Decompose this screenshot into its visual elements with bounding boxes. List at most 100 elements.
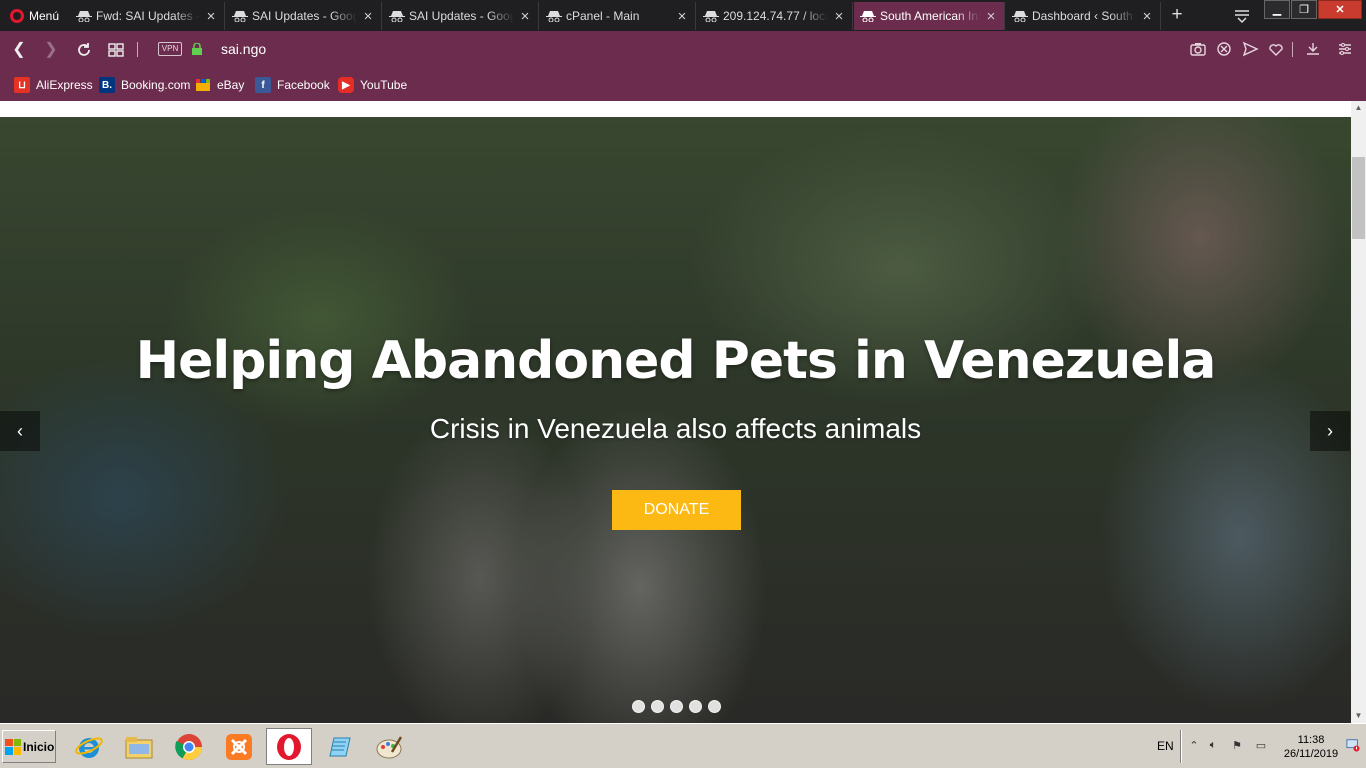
ie-icon — [75, 737, 103, 758]
tab-south-american-initiative[interactable]: South American Initia × — [854, 2, 1005, 30]
close-window-button[interactable]: ✕ — [1318, 0, 1362, 19]
taskbar-app-opera[interactable] — [266, 728, 312, 765]
opera-menu-button[interactable]: Menú — [4, 4, 66, 28]
menu-label: Menú — [29, 9, 60, 23]
incognito-hat-icon — [860, 11, 876, 22]
opera-icon — [277, 733, 301, 760]
tab-close-icon[interactable]: × — [204, 8, 218, 25]
bookmarks-bar: ⊔ AliExpress B. Booking.com eBay f Faceb… — [0, 69, 1366, 101]
windows-logo-icon — [5, 738, 21, 755]
tab-phpmyadmin[interactable]: 209.124.74.77 / local × — [697, 2, 853, 30]
slider-dot[interactable] — [708, 700, 721, 713]
slider-dot[interactable] — [689, 700, 702, 713]
tab-sai-updates-google-1[interactable]: SAI Updates - Google × — [226, 2, 382, 30]
tab-close-icon[interactable]: × — [675, 8, 689, 25]
forward-button[interactable]: ❯ — [41, 40, 61, 60]
bookmark-ebay[interactable]: eBay — [195, 76, 244, 94]
hero-title: Helping Abandoned Pets in Venezuela — [135, 331, 1217, 391]
tab-label: South American Initia — [880, 9, 980, 23]
slider-dot[interactable] — [651, 700, 664, 713]
new-tab-button[interactable]: + — [1166, 4, 1188, 26]
tab-close-icon[interactable]: × — [1140, 8, 1154, 25]
browser-tab-strip: Menú Fwd: SAI Updates - In × SAI Updates… — [0, 0, 1366, 31]
ebay-icon — [195, 77, 211, 93]
tab-label: 209.124.74.77 / local — [723, 9, 828, 23]
tab-fwd-sai-updates[interactable]: Fwd: SAI Updates - In × — [70, 2, 225, 30]
tab-sai-updates-google-2[interactable]: SAI Updates - Google × — [383, 2, 539, 30]
tab-label: Dashboard ‹ South Am — [1032, 9, 1136, 23]
incognito-hat-icon — [1012, 11, 1028, 22]
tab-close-icon[interactable]: × — [832, 8, 846, 25]
tab-label: Fwd: SAI Updates - In — [96, 9, 200, 23]
slider-next-button[interactable]: › — [1310, 411, 1350, 451]
camera-icon[interactable] — [1189, 40, 1207, 58]
download-icon[interactable] — [1304, 40, 1322, 58]
address-bar: ❮ ❯ VPN sai.ngo — [0, 31, 1366, 69]
lock-icon[interactable] — [192, 43, 202, 55]
page-scrollbar[interactable]: ▲ ▼ — [1351, 101, 1366, 723]
tab-dashboard[interactable]: Dashboard ‹ South Am × — [1006, 2, 1161, 30]
tray-divider — [1180, 730, 1182, 763]
taskbar-app-xampp[interactable] — [216, 728, 262, 765]
back-button[interactable]: ❮ — [9, 40, 29, 60]
volume-icon[interactable]: 🔈︎ — [1205, 739, 1221, 753]
donate-button[interactable]: DONATE — [612, 490, 741, 530]
divider — [1292, 42, 1293, 57]
language-indicator[interactable]: EN — [1157, 739, 1174, 753]
system-clock[interactable]: 11:38 26/11/2019 — [1280, 733, 1342, 761]
incognito-hat-icon — [232, 11, 248, 22]
divider — [137, 42, 138, 57]
incognito-hat-icon — [546, 11, 562, 22]
bookmark-aliexpress[interactable]: ⊔ AliExpress — [14, 76, 93, 94]
reload-icon[interactable] — [74, 40, 94, 60]
taskbar-app-paint[interactable] — [366, 728, 412, 765]
youtube-icon: ▶ — [338, 77, 354, 93]
taskbar-app-explorer[interactable] — [116, 728, 162, 765]
bookmark-youtube[interactable]: ▶ YouTube — [338, 76, 407, 94]
notification-warning-icon[interactable] — [1345, 738, 1361, 752]
speed-dial-icon[interactable] — [106, 40, 126, 60]
vpn-badge[interactable]: VPN — [158, 42, 182, 56]
tab-close-icon[interactable]: × — [518, 8, 532, 25]
bookmark-label: Booking.com — [121, 78, 191, 92]
taskbar-app-chrome[interactable] — [166, 728, 212, 765]
bookmark-label: YouTube — [360, 78, 408, 92]
easy-setup-icon[interactable] — [1336, 40, 1354, 58]
hero-slider: Helping Abandoned Pets in Venezuela Cris… — [0, 117, 1351, 723]
tab-label: SAI Updates - Google — [252, 9, 357, 23]
taskbar-app-notepad[interactable] — [316, 728, 362, 765]
slider-dot[interactable] — [632, 700, 645, 713]
xampp-icon — [226, 733, 252, 760]
bookmark-facebook[interactable]: f Facebook — [255, 76, 330, 94]
send-icon[interactable] — [1241, 40, 1259, 58]
page-viewport: Helping Abandoned Pets in Venezuela Cris… — [0, 101, 1366, 723]
tab-cpanel-main[interactable]: cPanel - Main × — [540, 2, 696, 30]
maximize-button[interactable]: ❐ — [1291, 0, 1317, 19]
url-field[interactable]: sai.ngo — [221, 41, 266, 57]
minimize-button[interactable]: ▁ — [1264, 0, 1290, 19]
start-button[interactable]: Inicio — [2, 730, 56, 763]
incognito-hat-icon — [389, 11, 405, 22]
windows-taskbar: Inicio EN ⌃ 🔈︎ ⚑ ▭ 11:38 26/11/2019 — [0, 723, 1366, 768]
tab-close-icon[interactable]: × — [361, 8, 375, 25]
scroll-thumb[interactable] — [1352, 157, 1365, 239]
network-icon[interactable]: ▭ — [1253, 739, 1269, 753]
slider-prev-button[interactable]: ‹ — [0, 411, 40, 451]
heart-icon[interactable] — [1267, 40, 1285, 58]
tab-label: SAI Updates - Google — [409, 9, 514, 23]
taskbar-app-ie[interactable] — [66, 728, 112, 765]
start-label: Inicio — [23, 739, 55, 754]
tab-menu-icon[interactable] — [1232, 6, 1252, 26]
incognito-hat-icon — [76, 11, 92, 22]
tab-close-icon[interactable]: × — [984, 8, 998, 25]
bookmark-booking[interactable]: B. Booking.com — [99, 76, 190, 94]
action-center-flag-icon[interactable]: ⚑ — [1229, 739, 1245, 753]
explorer-icon — [125, 736, 153, 758]
incognito-hat-icon — [703, 11, 719, 22]
scroll-up-icon[interactable]: ▲ — [1351, 101, 1366, 115]
show-hidden-icons-icon[interactable]: ⌃ — [1186, 739, 1202, 753]
ad-block-icon[interactable] — [1215, 40, 1233, 58]
slider-dot[interactable] — [670, 700, 683, 713]
booking-icon: B. — [99, 77, 115, 93]
scroll-down-icon[interactable]: ▼ — [1351, 709, 1366, 723]
